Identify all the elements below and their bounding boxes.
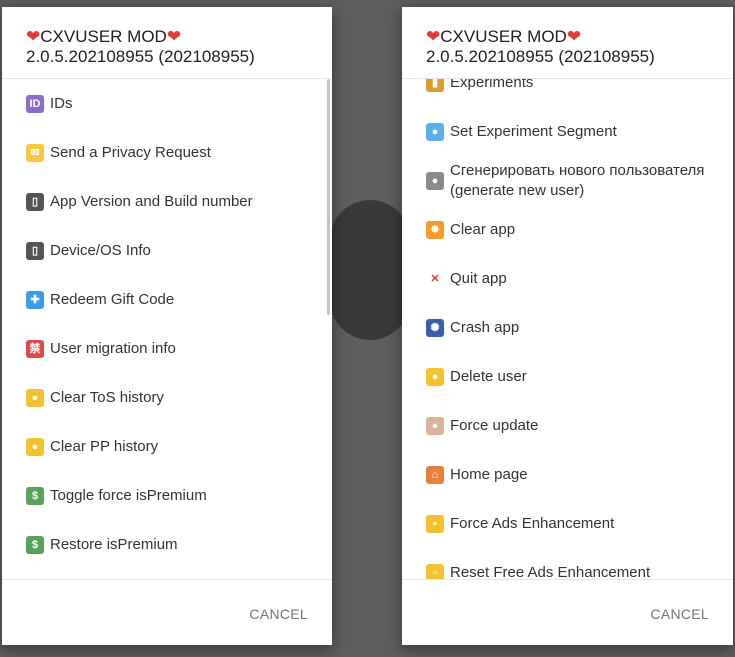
menu-item[interactable]: $ Restore isPremium xyxy=(2,520,332,569)
menu-item[interactable]: ● Сгенерировать нового пользователя (gene… xyxy=(402,156,733,205)
flexed-biceps-icon: ● xyxy=(426,416,444,435)
menu-item-label: Reset Free Ads Enhancement xyxy=(450,563,651,580)
dialog-version: 2.0.5.202108955 (202108955) xyxy=(426,47,655,66)
menu-item-label: Quit app xyxy=(450,269,507,287)
menu-item-label: IDs xyxy=(50,94,73,112)
menu-item-label: Home page xyxy=(450,465,528,483)
menu-item-label: Send a Privacy Request xyxy=(50,143,211,161)
sponge-icon: ● xyxy=(426,367,444,386)
menu-item-label: Redeem Gift Code xyxy=(50,290,175,308)
menu-item[interactable]: ● Delete user xyxy=(402,352,733,401)
menu-item-label: Delete user xyxy=(450,367,527,385)
dialog-header: ❤CXVUSER MOD❤ 2.0.5.202108955 (202108955… xyxy=(402,7,733,79)
debug-menu-dialog-left: ❤CXVUSER MOD❤ 2.0.5.202108955 (202108955… xyxy=(2,7,332,645)
menu-item[interactable]: ● Clear PP history xyxy=(2,422,332,471)
collision-icon: ✸ xyxy=(426,220,444,239)
menu-item[interactable]: ▯ Device/OS Info xyxy=(2,226,332,275)
dialog-title: CXVUSER MOD xyxy=(40,27,167,46)
menu-item-label: Toggle force isPremium xyxy=(50,486,207,504)
prohibited-sign-icon: 禁 xyxy=(26,339,44,358)
debug-menu-dialog-right: ❤CXVUSER MOD❤ 2.0.5.202108955 (202108955… xyxy=(402,7,733,645)
menu-item-label: Force update xyxy=(450,416,539,434)
menu-list[interactable]: ▮ Experiments ● Set Experiment Segment ● Сген… xyxy=(402,79,733,579)
menu-item-label: User migration info xyxy=(50,339,176,357)
menu-item[interactable]: 禁 User migration info xyxy=(2,324,332,373)
menu-item-label: Device/OS Info xyxy=(50,241,151,259)
sponge-icon: ● xyxy=(26,437,44,456)
menu-item[interactable]: ⌂ Home page xyxy=(402,450,733,499)
menu-item-label: Clear app xyxy=(450,220,516,238)
mobile-phone-icon: ▯ xyxy=(26,241,44,260)
menu-item[interactable]: ▫ Reset Free Ads Enhancement xyxy=(402,548,733,579)
menu-item-label: Restore isPremium xyxy=(50,535,178,553)
menu-list[interactable]: ID IDs ✉ Send a Privacy Request ▯ App Version… xyxy=(2,79,332,579)
crystal-ball-icon: ● xyxy=(426,122,444,141)
bar-chart-icon: ▮ xyxy=(426,79,444,92)
dialog-title: CXVUSER MOD xyxy=(440,27,567,46)
dialog-version: 2.0.5.202108955 (202108955) xyxy=(26,47,255,66)
cross-mark-icon: ✕ xyxy=(426,269,444,288)
money-wings-icon: $ xyxy=(26,535,44,554)
menu-item[interactable]: ✚ Redeem Gift Code xyxy=(2,275,332,324)
menu-item[interactable]: ✕ Quit app xyxy=(402,254,733,303)
menu-item-label: Experiments xyxy=(450,79,534,91)
menu-item-label: Crash app xyxy=(450,318,520,336)
dialog-header: ❤CXVUSER MOD❤ 2.0.5.202108955 (202108955… xyxy=(2,7,332,79)
id-icon: ID xyxy=(26,94,44,113)
heart-icon: ❤ xyxy=(26,27,41,46)
menu-item-label: Сгенерировать нового пользователя (gener… xyxy=(450,161,705,199)
menu-item[interactable]: ✺ Crash app xyxy=(402,303,733,352)
menu-item[interactable]: ✸ Clear app xyxy=(402,205,733,254)
envelope-icon: ✉ xyxy=(26,143,44,162)
money-wings-icon: $ xyxy=(26,486,44,505)
menu-item[interactable]: ID IDs xyxy=(2,79,332,128)
dialog-footer: CANCEL xyxy=(402,579,733,645)
menu-item[interactable]: ✉ Send a Privacy Request xyxy=(2,128,332,177)
heart-icon: ❤ xyxy=(166,27,182,46)
house-icon: ⌂ xyxy=(426,465,444,484)
menu-item-label: App Version and Build number xyxy=(50,192,253,210)
cancel-button[interactable]: CANCEL xyxy=(249,606,308,622)
background-shape xyxy=(330,200,410,340)
sponge-icon: ● xyxy=(26,388,44,407)
heart-icon: ❤ xyxy=(566,27,582,46)
menu-item-label: Set Experiment Segment xyxy=(450,122,617,140)
menu-item[interactable]: ● Force update xyxy=(402,401,733,450)
menu-item[interactable]: ▯ App Version and Build number xyxy=(2,177,332,226)
menu-item[interactable]: ● Set Experiment Segment xyxy=(402,107,733,156)
menu-item[interactable]: ▪ Force Ads Enhancement xyxy=(402,499,733,548)
cancel-button[interactable]: CANCEL xyxy=(650,606,709,622)
mobile-phone-icon: ▯ xyxy=(26,192,44,211)
scrollbar[interactable] xyxy=(327,79,330,315)
fireworks-icon: ✺ xyxy=(426,318,444,337)
gift-icon: ✚ xyxy=(26,290,44,309)
lock-icon: ▪ xyxy=(426,514,444,533)
menu-item[interactable]: ▮ Experiments xyxy=(402,79,733,107)
menu-item[interactable]: $ Toggle force isPremium xyxy=(2,471,332,520)
menu-item-label: Clear PP history xyxy=(50,437,159,455)
alien-icon: ● xyxy=(426,171,444,190)
menu-item-label: Force Ads Enhancement xyxy=(450,514,615,532)
menu-item[interactable]: ● Clear ToS history xyxy=(2,373,332,422)
menu-item-label: Clear ToS history xyxy=(50,388,164,406)
dialog-footer: CANCEL xyxy=(2,579,332,645)
heart-icon: ❤ xyxy=(426,27,441,46)
unlock-icon: ▫ xyxy=(426,563,444,579)
